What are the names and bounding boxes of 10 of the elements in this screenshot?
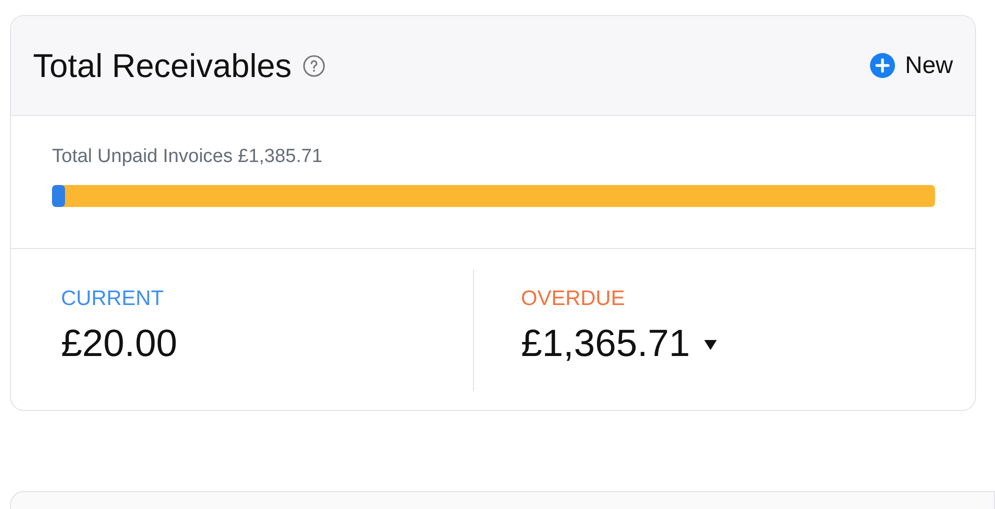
amount: £1,365.71 [521,323,690,366]
unpaid-invoices-label: Total Unpaid Invoices £1,385.71 [52,146,324,168]
caret-icon[interactable] [704,340,718,350]
amount: £20.00 [61,323,178,366]
new-button[interactable]: New [870,48,953,84]
help-icon[interactable] [302,54,326,78]
current-label: CURRENT [61,287,165,311]
overdue-label: OVERDUE [521,287,626,311]
plus-icon [870,53,895,78]
card-title: Total Receivables [33,46,292,84]
